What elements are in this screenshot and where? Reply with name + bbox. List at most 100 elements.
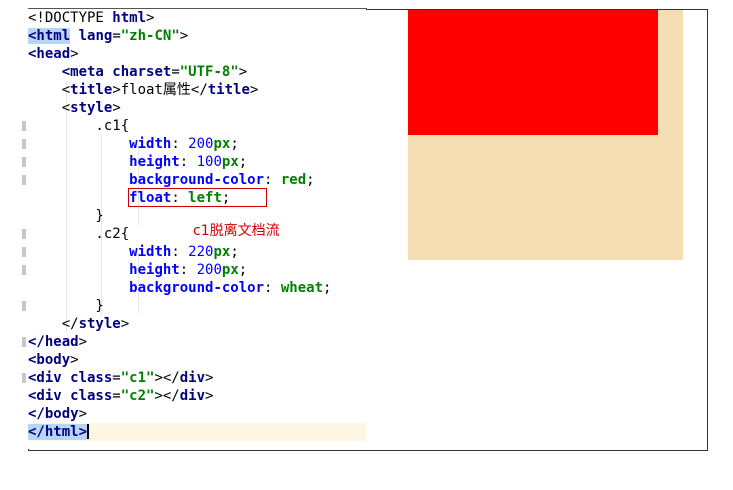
code-token: style xyxy=(70,100,113,116)
code-token: : xyxy=(264,280,281,296)
code-token: < xyxy=(28,100,71,116)
code-line: </head> xyxy=(28,333,87,351)
code-token: style xyxy=(78,316,121,332)
code-line: } xyxy=(28,297,104,315)
code-token: : xyxy=(264,172,281,188)
code-token: } xyxy=(28,298,104,314)
code-token: ; xyxy=(306,172,315,188)
code-token: px xyxy=(213,244,231,260)
code-token: height xyxy=(129,262,180,278)
code-token: : xyxy=(179,154,197,170)
code-token: background-color xyxy=(129,280,265,296)
code-token: ; xyxy=(230,244,239,260)
float-highlight-box xyxy=(128,188,267,207)
code-token: 220 xyxy=(188,244,214,260)
code-token: title xyxy=(70,82,113,98)
code-token: charset xyxy=(103,64,172,80)
code-line: <body> xyxy=(28,351,79,369)
code-token: <html xyxy=(28,28,71,44)
code-token: "UTF-8" xyxy=(179,64,239,80)
code-token: > xyxy=(146,10,155,26)
code-token: : xyxy=(171,244,189,260)
code-line: <style> xyxy=(28,99,121,117)
code-token: : xyxy=(171,136,189,152)
code-line: </style> xyxy=(28,315,129,333)
code-line: width: 220px; xyxy=(28,243,239,261)
code-token: = xyxy=(112,388,121,404)
code-token: >float属性</ xyxy=(112,82,208,98)
code-token: 200 xyxy=(188,136,214,152)
code-line: .c1{ xyxy=(28,117,129,135)
code-line: <div class="c1"></div> xyxy=(28,369,213,387)
code-token: > xyxy=(112,100,121,116)
code-token: ></ xyxy=(154,370,180,386)
code-token: > xyxy=(70,352,79,368)
code-line: </body> xyxy=(28,405,87,423)
gutter-fold-mark xyxy=(22,265,26,275)
code-token: </html> xyxy=(28,424,88,440)
code-token: : xyxy=(179,262,197,278)
code-line: <div class="c2"></div> xyxy=(28,387,213,405)
code-token: .c2{ xyxy=(28,226,130,242)
code-token: class xyxy=(61,370,113,386)
code-token: <meta xyxy=(61,64,104,80)
code-token: .c1{ xyxy=(28,118,130,134)
code-token: width xyxy=(129,136,172,152)
code-token: "c2" xyxy=(120,388,155,404)
code-token: < xyxy=(28,82,71,98)
code-token: </body xyxy=(28,406,79,422)
code-line: <html lang="zh-CN"> xyxy=(28,27,188,45)
code-token: "zh-CN" xyxy=(120,28,180,44)
code-token: = xyxy=(171,64,180,80)
preview-div-c1 xyxy=(408,10,658,135)
code-token: title xyxy=(207,82,250,98)
code-token: > xyxy=(78,334,88,350)
code-token: "c1" xyxy=(120,370,155,386)
code-token: > xyxy=(205,388,214,404)
code-line: background-color: red; xyxy=(28,171,315,189)
code-token: red xyxy=(280,172,307,188)
code-token: = xyxy=(112,370,121,386)
gutter-fold-mark xyxy=(22,373,26,383)
code-token: div xyxy=(179,388,206,404)
code-line: height: 100px; xyxy=(28,153,247,171)
code-token: <div xyxy=(28,370,62,386)
code-line: height: 200px; xyxy=(28,261,247,279)
code-token: ; xyxy=(230,136,239,152)
code-token: class xyxy=(61,388,113,404)
code-token: </ xyxy=(28,316,79,332)
code-token: > xyxy=(205,370,214,386)
gutter-fold-mark xyxy=(22,121,26,131)
code-token: div xyxy=(179,370,206,386)
code-line: .c2{ xyxy=(28,225,129,243)
code-token: <body xyxy=(28,352,71,368)
code-token: > xyxy=(179,28,189,44)
gutter-fold-mark xyxy=(22,247,26,257)
code-token: ; xyxy=(238,154,248,170)
code-line: <title>float属性</title> xyxy=(28,81,259,99)
gutter-fold-mark xyxy=(22,139,26,149)
annotation-text: c1脱离文档流 xyxy=(193,223,280,239)
code-token: wheat xyxy=(280,280,324,296)
code-token: lang xyxy=(70,28,113,44)
gutter-fold-mark xyxy=(22,229,26,239)
code-token: </head xyxy=(28,334,79,350)
code-token: background-color xyxy=(129,172,265,188)
code-token: 200 xyxy=(196,262,222,278)
code-line: <!DOCTYPE html> xyxy=(28,9,154,27)
gutter-fold-mark xyxy=(22,337,26,347)
text-cursor xyxy=(87,424,90,439)
gutter-fold-mark xyxy=(22,301,26,311)
code-token: px xyxy=(213,136,231,152)
code-token: } xyxy=(28,208,104,224)
code-line: } xyxy=(28,207,104,225)
code-line: </html> xyxy=(28,423,366,441)
gutter-fold-mark xyxy=(22,157,26,167)
code-line: width: 200px; xyxy=(28,135,239,153)
